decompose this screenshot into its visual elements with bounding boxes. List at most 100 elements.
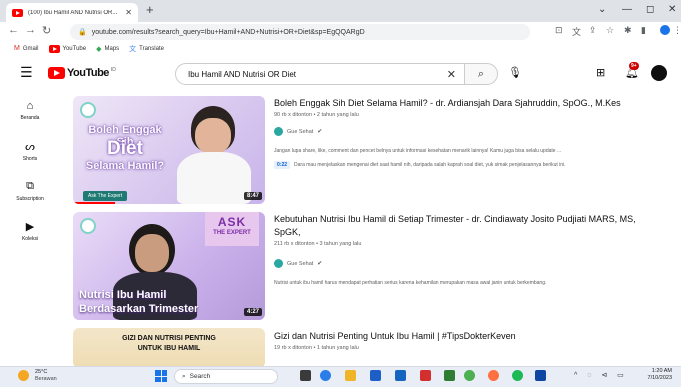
taskbar-search-label: Search [189,373,211,380]
bookmark-translate[interactable]: 文 Translate [129,44,164,54]
microphone-icon: 🎙︎ [508,67,522,79]
translate-icon: 文 [129,45,137,53]
windows-start-icon[interactable] [155,370,167,382]
voice-search-button[interactable]: 🎙︎ [508,66,522,79]
sidebar-item-subscriptions[interactable]: ⧉ Subscription [0,180,60,202]
tab-title: (100) Ibu Hamil AND Nutrisi OR... [28,9,118,16]
bookmark-label: Translate [139,45,164,52]
chapter-timestamp: 0:22 [274,161,291,169]
channel-logo-icon [80,218,96,234]
word-icon[interactable] [395,370,406,381]
lock-icon: 🔒 [78,29,87,36]
thumbnail-person-coat [177,152,251,204]
search-icon: ⌕ [477,67,485,80]
video-meta: 90 rb x ditonton • 2 tahun yang lalu [274,112,359,118]
clock-time[interactable]: 1:20 AM [642,368,672,374]
library-icon: ▶ [25,221,35,233]
task-view-icon[interactable] [300,370,311,381]
video-thumbnail[interactable]: Boleh Enggak Sih Diet Selama Hamil? Ask … [73,96,265,204]
app-icon[interactable] [535,370,546,381]
tab-close-icon[interactable]: ✕ [125,8,132,17]
sidebar-label: Beranda [20,115,40,121]
extensions-icon[interactable]: ✱ [624,25,632,36]
new-tab-button[interactable]: + [146,3,154,17]
shorts-icon: ᔕ [25,141,35,153]
sidebar-label: Shorts [22,156,38,162]
edge-icon[interactable] [320,370,331,381]
chrome-icon[interactable] [464,370,475,381]
clear-search-icon[interactable]: ✕ [447,68,456,81]
app-icon[interactable] [420,370,431,381]
minimize-button[interactable]: — [622,4,632,15]
notification-count-badge: 9+ [629,62,639,70]
spotify-icon[interactable] [512,370,523,381]
chapter-row[interactable]: 0:22 Dara mau menjelaskan mengenai diet … [274,161,566,169]
weather-temperature[interactable]: 25°C [35,369,47,375]
translate-page-icon[interactable]: 文 [572,25,581,38]
hamburger-menu-icon[interactable]: ☰ [20,64,33,81]
video-description: Jangan lupa share, like, comment dan pen… [274,148,562,154]
system-tray[interactable]: ^ ◌ ⊲ ▭ [574,371,628,379]
chrome-menu-icon[interactable]: ⋮ [673,25,681,36]
video-title[interactable]: Kebutuhan Nutrisi Ibu Hamil di Setiap Tr… [274,213,654,239]
thumbnail-text: Diet [107,138,143,159]
close-window-button[interactable]: ✕ [668,4,676,15]
home-icon: ⌂ [26,100,34,112]
chapter-text: Dara mau menjelaskan mengenai diet saat … [294,162,566,168]
youtube-logo-icon [48,67,65,79]
create-video-icon[interactable]: ⊞ [596,66,605,79]
sidebar-label: Subscription [16,196,44,202]
gmail-icon: M [14,45,20,52]
thumbnail-text: GIZI DAN NUTRISI PENTING [122,335,216,342]
video-thumbnail[interactable]: ASK THE EXPERT Nutrisi Ibu Hamil Berdasa… [73,212,265,320]
weather-description[interactable]: Berawan [35,376,57,382]
youtube-icon [48,44,60,53]
sidebar-item-home[interactable]: ⌂ Beranda [0,100,60,121]
share-icon[interactable]: ⇪ [589,25,597,36]
sidebar-item-shorts[interactable]: ᔕ Shorts [0,140,60,162]
thumbnail-person-face [195,118,231,154]
store-icon[interactable] [370,370,381,381]
restore-button[interactable]: ◻ [646,4,654,15]
forward-button[interactable]: → [25,24,36,36]
sidebar-item-library[interactable]: ▶ Koleksi [0,220,60,242]
bookmark-youtube[interactable]: YouTube [48,44,86,53]
sidebar-label: Koleksi [21,236,39,242]
clock-date[interactable]: 7/10/2023 [634,375,672,381]
browser-tab[interactable]: (100) Ibu Hamil AND Nutrisi OR... ✕ [6,3,138,22]
file-explorer-icon[interactable] [345,370,356,381]
back-button[interactable]: ← [8,24,19,36]
profile-avatar[interactable] [660,25,670,35]
youtube-logo[interactable]: YouTube ID [48,67,116,79]
thumbnail-text: Selama Hamil? [85,160,165,172]
channel-avatar [274,259,283,268]
video-thumbnail[interactable]: GIZI DAN NUTRISI PENTING UNTUK IBU HAMIL [73,328,265,368]
bookmark-maps[interactable]: ◆ Maps [96,45,119,53]
bookmark-gmail[interactable]: M Gmail [14,45,39,52]
taskbar-search[interactable]: ⌕ Search [174,369,278,384]
verified-check-icon: ✔ [317,261,323,267]
channel-row[interactable]: Gue Sehat ✔ [274,127,322,136]
reload-button[interactable]: ↻ [42,24,51,37]
video-title[interactable]: Boleh Enggak Sih Diet Selama Hamil? - dr… [274,97,654,110]
search-button[interactable]: ⌕ [464,63,498,85]
video-duration: 8:47 [243,192,262,200]
logo-text: YouTube [67,67,109,79]
address-url: youtube.com/results?search_query=Ibu+Ham… [91,28,365,36]
weather-cloud-icon[interactable] [18,370,29,381]
app-icon[interactable] [444,370,455,381]
firefox-icon[interactable] [488,370,499,381]
account-avatar[interactable] [651,65,667,81]
bookmark-star-icon[interactable]: ☆ [606,25,614,36]
video-description: Nutrisi untuk ibu hamil harus mendapat p… [274,280,547,286]
sidepanel-icon[interactable]: ▮ [641,25,646,36]
search-icon: ⌕ [182,372,186,380]
video-duration: 4:27 [243,308,262,316]
channel-avatar [274,127,283,136]
channel-row[interactable]: Gue Sehat ✔ [274,259,322,268]
video-title[interactable]: Gizi dan Nutrisi Penting Untuk Ibu Hamil… [274,330,654,343]
tab-search-icon[interactable]: ⌄ [598,4,606,15]
address-bar[interactable]: 🔒 youtube.com/results?search_query=Ibu+H… [70,24,530,40]
search-input[interactable]: Ibu Hamil AND Nutrisi OR Diet ✕ [175,63,465,85]
google-lens-icon[interactable]: ⊡ [555,25,563,36]
